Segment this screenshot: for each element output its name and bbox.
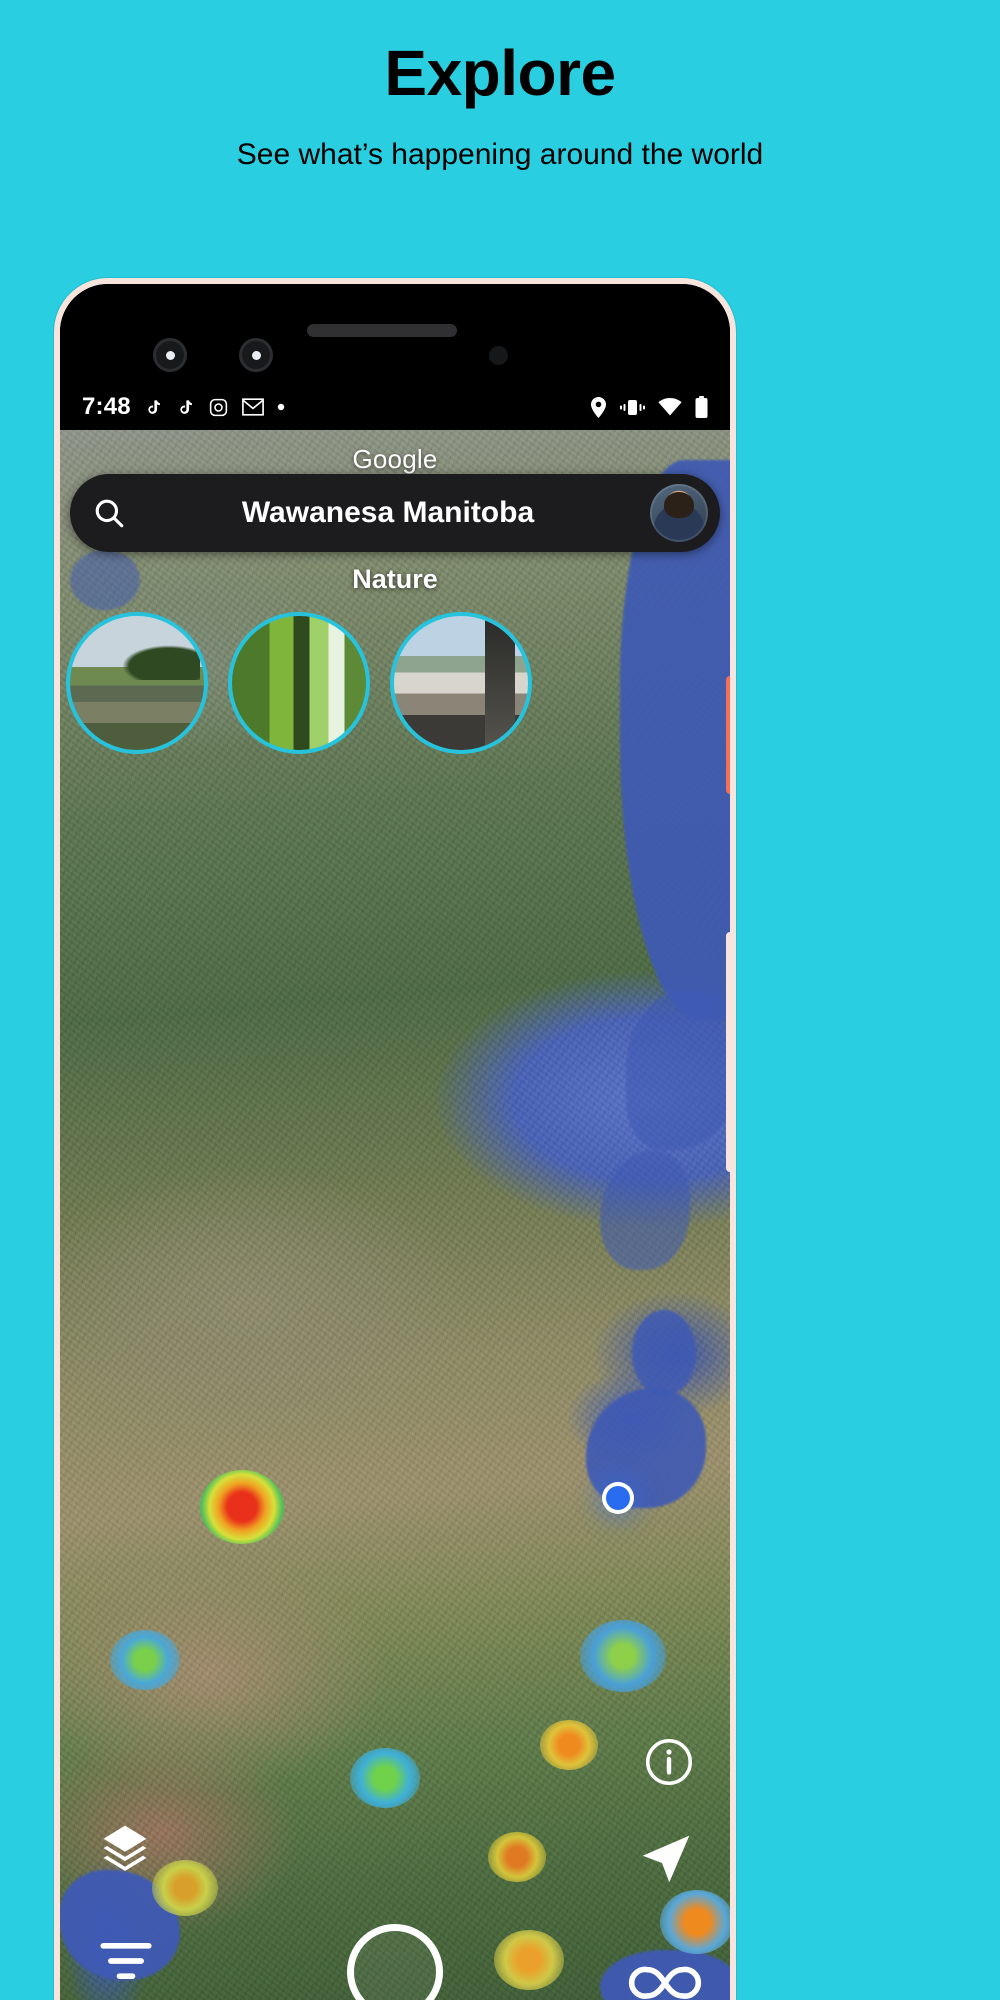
lake-feature	[626, 990, 730, 1150]
layers-icon[interactable]	[96, 1821, 154, 1882]
map-canvas[interactable]: Google Wawanesa Manitoba Nature	[60, 430, 730, 2000]
earpiece-speaker	[307, 324, 457, 337]
search-bar[interactable]: Wawanesa Manitoba	[70, 474, 720, 552]
scroll-hint-neutral	[726, 932, 730, 1172]
vibrate-icon	[620, 398, 645, 417]
page-subtitle: See what’s happening around the world	[236, 138, 764, 172]
search-icon[interactable]	[92, 496, 126, 530]
photo-thumb-3[interactable]	[390, 612, 532, 754]
google-wordmark: Google	[352, 444, 438, 474]
status-time: 7:48	[82, 393, 131, 420]
tiktok-icon	[144, 398, 163, 417]
wifi-icon	[658, 398, 682, 416]
tiktok-icon	[176, 398, 195, 417]
front-camera-icon	[153, 338, 187, 372]
proximity-sensor-icon	[489, 346, 508, 365]
avatar[interactable]	[650, 484, 708, 542]
photo-carousel[interactable]	[60, 612, 730, 754]
lake-feature	[632, 1310, 696, 1396]
page-title: Explore	[384, 37, 616, 109]
filter-icon[interactable]	[100, 1937, 152, 1990]
user-location-marker	[606, 1486, 630, 1510]
gmail-icon	[241, 398, 264, 416]
category-label: Nature	[352, 564, 438, 594]
promo-header: Explore See what’s happening around the …	[0, 0, 1000, 272]
instagram-icon	[208, 397, 229, 418]
phone-screen: 7:48 Google Wawanesa Manitoba Nature	[60, 284, 730, 2000]
notification-dot-icon	[277, 403, 285, 411]
photo-thumb-1[interactable]	[66, 612, 208, 754]
photo-thumb-2[interactable]	[228, 612, 370, 754]
info-icon[interactable]	[644, 1737, 694, 1792]
search-input[interactable]: Wawanesa Manitoba	[140, 496, 636, 530]
battery-icon	[695, 396, 708, 418]
phone-notch-area	[60, 284, 730, 384]
infinity-icon[interactable]	[622, 1955, 708, 2000]
navigation-arrow-icon[interactable]	[638, 1831, 694, 1892]
scroll-hint-accent	[726, 676, 730, 794]
status-bar-right	[590, 396, 708, 418]
status-bar-left: 7:48	[82, 393, 285, 421]
phone-mockup: 7:48 Google Wawanesa Manitoba Nature	[54, 278, 736, 2000]
location-icon	[590, 396, 607, 418]
front-camera-secondary-icon	[239, 338, 273, 372]
status-bar: 7:48	[60, 384, 730, 430]
